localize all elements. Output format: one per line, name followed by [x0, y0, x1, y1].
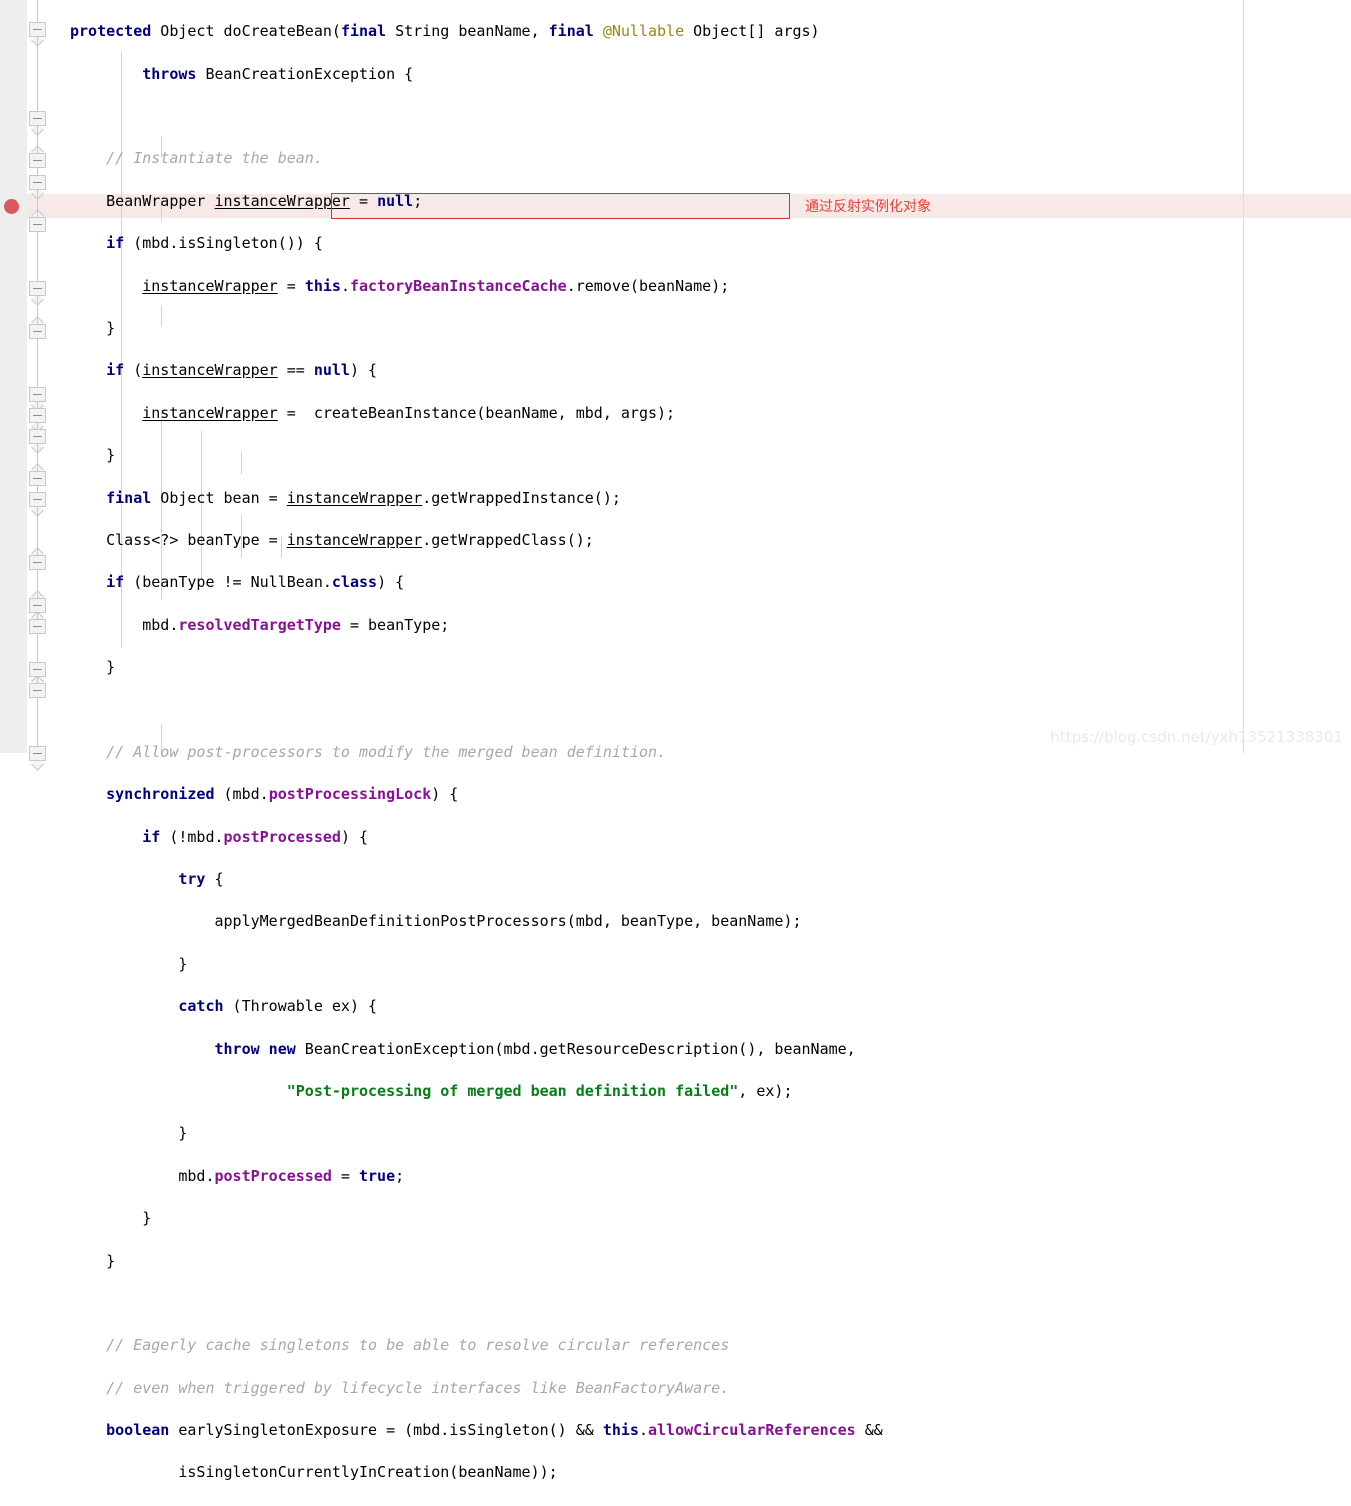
- code-line: if (beanType != NullBean.class) {: [106, 573, 405, 592]
- code-line: // Eagerly cache singletons to be able t…: [106, 1336, 730, 1355]
- code-line: }: [70, 446, 116, 465]
- code-line: instanceWrapper = this.factoryBeanInstan…: [142, 276, 730, 295]
- fold-marker-down[interactable]: [29, 22, 46, 37]
- fold-marker-down[interactable]: [29, 281, 46, 296]
- code-line: throws BeanCreationException {: [142, 64, 414, 83]
- code-line: }: [70, 658, 116, 677]
- code-line: catch (Throwable ex) {: [178, 997, 378, 1016]
- code-line: if (earlySingletonExposure) {: [70, 1505, 883, 1506]
- fold-marker-down[interactable]: [29, 492, 46, 507]
- fold-marker-down[interactable]: [29, 175, 46, 190]
- code-line: }: [70, 1251, 116, 1270]
- code-folding-rail[interactable]: [26, 0, 50, 761]
- code-line: }: [70, 954, 188, 973]
- fold-marker-down[interactable]: [29, 111, 46, 126]
- code-line: if (!mbd.postProcessed) {: [142, 827, 369, 846]
- watermark: https://blog.csdn.net/yxh13521338301: [1050, 728, 1343, 746]
- fold-marker-up[interactable]: [29, 619, 46, 634]
- code-line: // Allow post-processors to modify the m…: [106, 742, 667, 761]
- fold-marker-up[interactable]: [29, 153, 46, 168]
- code-line: }: [70, 1209, 152, 1228]
- code-line: if (mbd.isSingleton()) {: [106, 234, 323, 253]
- code-line: synchronized (mbd.postProcessingLock) {: [106, 785, 459, 804]
- code-line: isSingletonCurrentlyInCreation(beanName)…: [70, 1463, 558, 1482]
- fold-marker-up[interactable]: [29, 598, 46, 613]
- code-line: applyMergedBeanDefinitionPostProcessors(…: [70, 912, 802, 931]
- code-line: try {: [178, 870, 224, 889]
- fold-marker-down[interactable]: [29, 746, 46, 761]
- code-line: "Post-processing of merged bean definiti…: [286, 1081, 793, 1100]
- callout-note: 通过反射实例化对象: [805, 199, 931, 215]
- code-line: throw new BeanCreationException(mbd.getR…: [214, 1039, 856, 1058]
- fold-marker-down[interactable]: [29, 429, 46, 444]
- code-line: mbd.postProcessed = true;: [70, 1166, 405, 1185]
- fold-marker-up[interactable]: [29, 324, 46, 339]
- code-line: final Object bean = instanceWrapper.getW…: [106, 488, 621, 507]
- code-line: protected Object doCreateBean(final Stri…: [70, 22, 820, 41]
- callout-box: [331, 193, 790, 219]
- fold-marker-up[interactable]: [29, 217, 46, 232]
- fold-marker-down[interactable]: [29, 408, 46, 423]
- code-line: // Instantiate the bean.: [106, 149, 323, 168]
- code-line: }: [70, 1124, 188, 1143]
- code-line: Class<?> beanType = instanceWrapper.getW…: [70, 530, 594, 549]
- fold-marker-up[interactable]: [29, 471, 46, 486]
- fold-marker-up[interactable]: [29, 683, 46, 698]
- breakpoint-icon[interactable]: [4, 199, 19, 214]
- fold-marker-down[interactable]: [29, 387, 46, 402]
- code-line: instanceWrapper = createBeanInstance(bea…: [142, 403, 676, 422]
- code-line: }: [70, 318, 116, 337]
- code-line: boolean earlySingletonExposure = (mbd.is…: [106, 1421, 883, 1440]
- fold-marker-down[interactable]: [29, 662, 46, 677]
- code-line: if (instanceWrapper == null) {: [106, 361, 378, 380]
- code-line: mbd.resolvedTargetType = beanType;: [70, 615, 450, 634]
- code-editor[interactable]: protected Object doCreateBean(final Stri…: [0, 0, 1351, 1506]
- fold-marker-up[interactable]: [29, 555, 46, 570]
- editor-gutter[interactable]: [0, 0, 26, 753]
- code-text[interactable]: protected Object doCreateBean(final Stri…: [70, 0, 883, 1506]
- right-margin-guide: [1243, 0, 1244, 753]
- code-line: // even when triggered by lifecycle inte…: [106, 1378, 730, 1397]
